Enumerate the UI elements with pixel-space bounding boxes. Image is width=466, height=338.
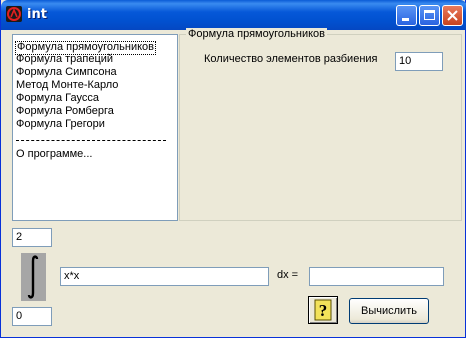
lower-limit-input[interactable]: 0 [12,307,52,326]
calculate-button[interactable]: Вычислить [349,298,429,324]
list-item-romberg[interactable]: Формула Ромберга [16,105,114,117]
methods-list[interactable]: Формула прямоугольников Формула трапеций… [12,34,178,221]
list-item-about[interactable]: О программе... [16,148,92,160]
client-area: Формула прямоугольников Формула трапеций… [4,28,462,335]
list-item-simpson[interactable]: Формула Симпсона [16,66,117,78]
question-mark-icon: ? [314,299,332,321]
close-button[interactable] [442,5,463,26]
title-bar[interactable]: int [1,0,466,30]
integral-sign-icon [21,253,46,301]
result-field[interactable] [309,267,444,286]
app-window: int Формула прямоугольников Формула трап… [0,0,466,338]
list-item-monte-carlo[interactable]: Метод Монте-Карло [16,79,118,91]
maximize-button[interactable] [419,5,440,26]
list-item-trapezoid[interactable]: Формула трапеций [16,53,113,65]
close-icon [447,10,458,21]
dx-label: dx = [277,269,299,281]
settings-group-title: Формула прямоугольников [186,28,328,40]
maximize-icon [424,10,435,20]
help-button[interactable]: ? [308,296,338,324]
list-separator [16,140,166,141]
partition-input[interactable]: 10 [395,52,443,71]
list-item-gauss[interactable]: Формула Гаусса [16,92,99,104]
window-title: int [27,7,47,22]
list-item-gregory[interactable]: Формула Грегори [16,118,105,130]
minimize-icon [402,18,409,21]
partition-label: Количество элементов разбиения [204,53,378,65]
minimize-button[interactable] [396,5,417,26]
upper-limit-input[interactable]: 2 [12,228,52,247]
integrand-input[interactable]: x*x [60,267,269,286]
app-icon [6,6,22,22]
svg-text:?: ? [319,301,328,320]
